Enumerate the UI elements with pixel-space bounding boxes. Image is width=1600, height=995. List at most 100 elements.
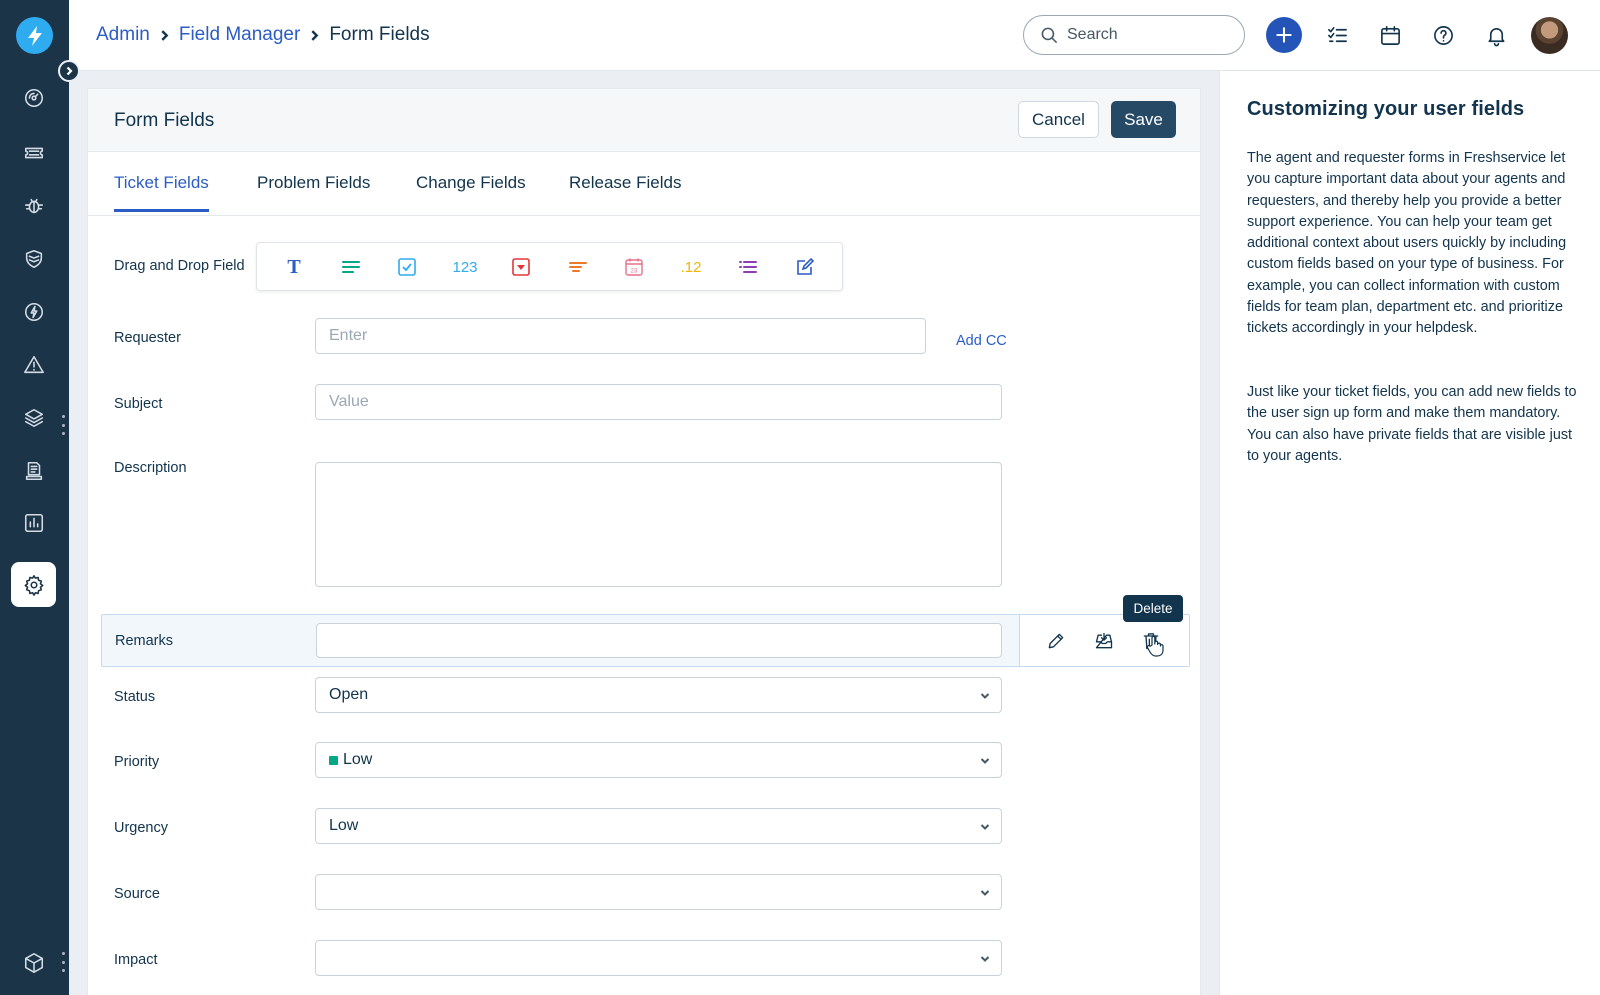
sidebar-item-problems[interactable] [11,183,56,228]
remarks-field-row[interactable]: Remarks [101,614,1190,667]
tab-ticket-fields[interactable]: Ticket Fields [114,173,209,212]
breadcrumb-admin-link[interactable]: Admin [96,24,150,46]
save-button[interactable]: Save [1111,101,1176,138]
sidebar-item-solutions[interactable] [11,448,56,493]
bolt-circle-icon [24,302,43,321]
checkbox-field-tool[interactable] [391,252,423,282]
edit-field-button[interactable] [1042,628,1070,654]
date-field-tool[interactable]: 23 [618,252,650,282]
requester-field[interactable] [315,318,926,354]
impact-select[interactable] [315,940,1002,976]
decimal-field-tool[interactable]: .12 [675,252,707,282]
dependent-field-tool[interactable] [562,252,594,282]
edit-field-icon [797,257,815,275]
cancel-button[interactable]: Cancel [1018,101,1099,138]
dropdown-field-tool[interactable] [505,252,537,282]
sidebar-item-assets[interactable] [11,395,56,440]
archive-field-button[interactable] [1090,628,1118,654]
inbox-download-icon [1095,632,1113,649]
lightning-logo-icon [27,25,42,46]
card-header: Form Fields Cancel Save [88,89,1200,152]
paragraph-icon [342,261,360,273]
new-item-button[interactable] [1266,17,1302,53]
text-field-tool[interactable]: T [278,252,310,282]
help-paragraph-2: Just like your ticket fields, you can ad… [1247,384,1577,464]
tab-change-fields[interactable]: Change Fields [416,173,526,212]
status-label: Status [114,689,156,705]
sidebar-item-releases[interactable] [11,289,56,334]
search-box[interactable] [1023,15,1245,55]
sidebar-item-changes[interactable] [11,236,56,281]
urgency-value: Low [329,817,359,834]
number-field-tool[interactable]: 123 [447,252,483,282]
date-icon-day: 23 [631,269,638,275]
list-field-tool[interactable] [732,252,764,282]
sidebar-bottom-more-dots-icon[interactable] [61,952,65,972]
sidebar-item-reports[interactable] [11,500,56,545]
dependent-field-icon [569,262,587,272]
pencil-icon [1048,633,1064,649]
notifications-button[interactable] [1478,17,1514,53]
impact-label: Impact [114,952,158,968]
checklist-icon [1327,26,1347,42]
priority-value: Low [343,751,373,768]
calendar-button[interactable] [1372,17,1408,53]
ticket-icon [24,147,43,158]
calendar-icon [1380,25,1400,45]
bar-chart-icon [24,513,43,532]
requester-input[interactable] [329,327,912,345]
sidebar [0,0,69,995]
cube-icon [24,952,43,973]
dropdown-icon [512,258,530,276]
chevron-right-icon [309,29,320,41]
sidebar-item-dashboard[interactable] [11,75,56,120]
help-title: Customizing your user fields [1247,98,1525,120]
date-icon: 23 [625,258,643,276]
remarks-field[interactable] [316,623,1002,658]
layers-icon [24,408,43,427]
priority-select[interactable]: Low [315,742,1002,778]
paragraph-field-tool[interactable] [335,252,367,282]
plus-icon [1276,27,1292,43]
warning-triangle-icon [23,355,44,373]
source-label: Source [114,886,160,902]
add-cc-link[interactable]: Add CC [956,333,1007,349]
sidebar-more-dots-icon[interactable] [61,415,65,435]
urgency-select[interactable]: Low [315,808,1002,844]
bug-icon [24,198,43,213]
tab-release-fields[interactable]: Release Fields [569,173,681,212]
delete-tooltip: Delete [1123,595,1183,622]
chevron-down-icon [980,890,990,896]
custom-edit-field-tool[interactable] [789,252,821,282]
list-icon [739,261,757,273]
sidebar-item-alerts[interactable] [11,342,56,387]
number-icon: 123 [452,258,478,276]
drag-drop-label: Drag and Drop Field [114,258,245,274]
help-button[interactable] [1425,17,1461,53]
tab-problem-fields[interactable]: Problem Fields [257,173,370,212]
chevron-right-icon [159,29,170,41]
tasks-button[interactable] [1319,17,1355,53]
user-avatar[interactable] [1531,17,1568,54]
drag-drop-toolbox: T 123 23 .12 [256,242,843,291]
breadcrumb-field-manager-link[interactable]: Field Manager [179,24,300,46]
search-input[interactable] [1067,26,1217,44]
form-fields-card: Form Fields Cancel Save Ticket Fields Pr… [87,88,1201,995]
freshservice-logo[interactable] [16,17,53,54]
sidebar-expand-button[interactable] [58,60,80,82]
field-tabs: Ticket Fields Problem Fields Change Fiel… [88,152,1200,216]
help-panel: Customizing your user fields The agent a… [1219,71,1600,995]
subject-field[interactable] [315,384,1002,420]
source-select[interactable] [315,874,1002,910]
help-circle-icon [1433,25,1453,45]
status-select[interactable]: Open [315,677,1002,713]
sidebar-item-apps[interactable] [11,940,56,985]
dashboard-gauge-icon [24,88,43,107]
chevron-down-icon [980,956,990,962]
description-textarea[interactable] [315,462,1002,587]
breadcrumb-current: Form Fields [329,24,430,45]
help-paragraph-1: The agent and requester forms in Freshse… [1247,150,1567,337]
sidebar-item-tickets[interactable] [11,130,56,175]
subject-input[interactable] [329,393,988,411]
sidebar-item-admin[interactable] [11,562,56,607]
